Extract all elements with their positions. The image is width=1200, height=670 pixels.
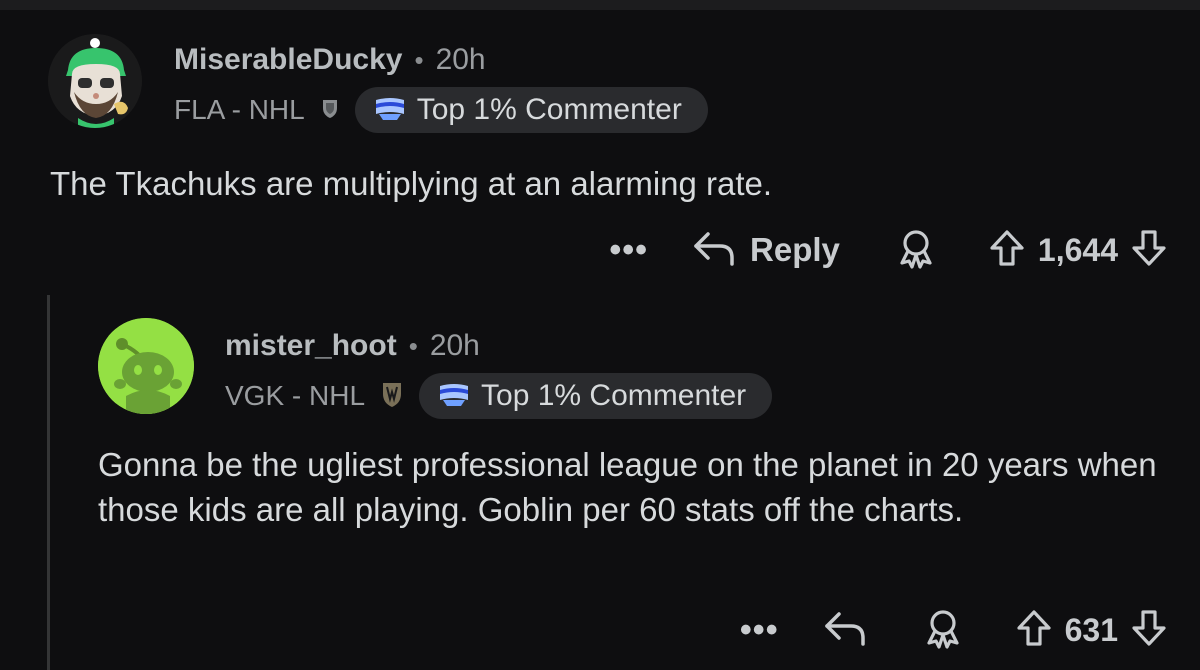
avatar-image [98, 318, 194, 414]
comment-actions: ••• Reply 1,644 [609, 226, 1168, 274]
username[interactable]: mister_hoot [225, 329, 397, 363]
top-commenter-badge[interactable]: Top 1% Commenter [354, 87, 708, 133]
separator-dot: • [408, 330, 418, 361]
avatar-image [48, 34, 142, 128]
upvote-arrow-icon[interactable] [1015, 608, 1053, 653]
top-commenter-badge[interactable]: Top 1% Commenter [419, 373, 773, 419]
reply-button[interactable] [823, 608, 867, 653]
more-options-button[interactable]: ••• [740, 613, 779, 647]
comment-meta: MiserableDucky • 20h FLA - NHL Top 1% Co… [174, 40, 708, 134]
team-shield-icon [321, 97, 339, 124]
downvote-arrow-icon[interactable] [1130, 228, 1168, 273]
vote-controls: 1,644 [988, 228, 1168, 273]
reply-button[interactable]: Reply [692, 228, 840, 273]
comment-body: The Tkachuks are multiplying at an alarm… [50, 165, 773, 202]
username[interactable]: MiserableDucky [174, 43, 402, 77]
timestamp[interactable]: 20h [430, 329, 480, 363]
vote-score: 631 [1064, 611, 1118, 648]
vote-controls: 631 [1015, 608, 1168, 653]
comment-actions: ••• 631 [740, 606, 1168, 654]
upvote-arrow-icon[interactable] [988, 228, 1026, 273]
award-icon[interactable] [896, 227, 936, 274]
user-flair: VGK - NHL [225, 380, 366, 411]
reply-label: Reply [750, 231, 840, 268]
avatar[interactable] [98, 318, 194, 414]
reply-arrow-icon [823, 608, 867, 653]
vote-score: 1,644 [1037, 231, 1118, 268]
team-shield-icon [381, 380, 403, 413]
top-bar [0, 0, 1200, 10]
badge-label: Top 1% Commenter [416, 93, 682, 126]
separator-dot: • [414, 44, 424, 75]
downvote-arrow-icon[interactable] [1130, 608, 1168, 653]
award-icon[interactable] [923, 607, 963, 654]
comment-2: mister_hoot • 20h VGK - NHL Top 1% Comme… [98, 318, 1168, 658]
top-commenter-icon [373, 94, 407, 127]
top-commenter-icon [437, 380, 471, 413]
badge-label: Top 1% Commenter [481, 379, 747, 412]
reply-arrow-icon [692, 228, 736, 273]
thread-line[interactable] [47, 295, 50, 670]
user-flair: FLA - NHL [174, 94, 305, 125]
comment-meta: mister_hoot • 20h VGK - NHL Top 1% Comme… [225, 326, 773, 420]
comment-body: Gonna be the ugliest professional league… [98, 446, 1157, 528]
timestamp[interactable]: 20h [436, 43, 486, 77]
more-options-button[interactable]: ••• [609, 233, 648, 267]
comment-1: MiserableDucky • 20h FLA - NHL Top 1% Co… [48, 34, 1168, 274]
avatar[interactable] [48, 34, 142, 128]
